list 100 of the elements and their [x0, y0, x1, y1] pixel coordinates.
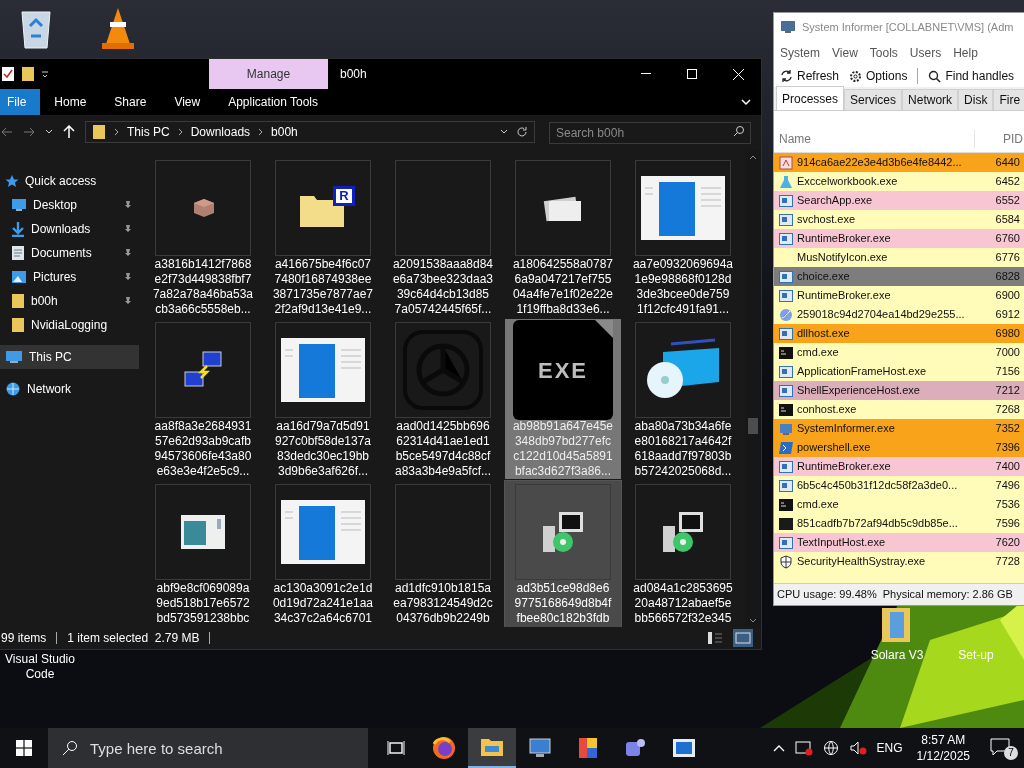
pin-icon[interactable]: [123, 224, 133, 234]
process-row[interactable]: MusNotifyIcon.exe 6776: [774, 248, 1024, 267]
desktop-icon-label[interactable]: Visual Studio Code: [5, 652, 75, 682]
process-row[interactable]: SecurityHealthSystray.exe 7728: [774, 552, 1024, 571]
process-row[interactable]: 914ca6ae22e3e4d3b6e4fe8442... 6440: [774, 153, 1024, 172]
chevron-up-icon[interactable]: [772, 744, 785, 752]
notifications-icon[interactable]: [990, 738, 1010, 756]
properties-icon[interactable]: [1, 66, 15, 82]
toolbar-button[interactable]: Options: [849, 67, 908, 85]
pin-icon[interactable]: [123, 248, 133, 258]
firefox-icon[interactable]: [432, 736, 456, 760]
address-bar[interactable]: This PC Downloads b00h: [85, 121, 535, 143]
up-arrow-icon[interactable]: [63, 125, 75, 139]
app-icon[interactable]: [576, 736, 600, 760]
process-row[interactable]: RuntimeBroker.exe 6900: [774, 286, 1024, 305]
process-row[interactable]: conhost.exe 7268: [774, 400, 1024, 419]
search-field[interactable]: Search b00h: [549, 122, 751, 144]
nav-item[interactable]: NvidiaLogging: [0, 313, 139, 337]
tab[interactable]: Fire: [993, 89, 1024, 110]
ribbon-tab[interactable]: File: [0, 89, 41, 115]
nav-item[interactable]: Network: [0, 377, 139, 401]
remote-desktop-icon[interactable]: [528, 737, 552, 759]
file-item[interactable]: R a416675be4f6c07 7480f16874938ee 3871735e7877ae7 2f2af9d13e41e9...: [265, 157, 381, 317]
tab[interactable]: Processes: [776, 86, 845, 110]
process-row[interactable]: ApplicationFrameHost.exe 7156: [774, 362, 1024, 381]
back-icon[interactable]: [1, 126, 13, 138]
pin-icon[interactable]: [123, 272, 133, 282]
process-row[interactable]: 6b5c4c450b31f12dc58f2a3de0... 7496: [774, 476, 1024, 495]
tab[interactable]: Services: [844, 89, 903, 110]
nav-item[interactable]: Downloads: [0, 217, 139, 241]
process-row[interactable]: TextInputHost.exe 7620: [774, 533, 1024, 552]
scroll-down-icon[interactable]: [749, 618, 757, 623]
process-row[interactable]: RuntimeBroker.exe 7400: [774, 457, 1024, 476]
pin-icon[interactable]: [123, 200, 133, 210]
file-item[interactable]: a180642558a0787 6a9a047217ef755 04a4fe7e1f02e22e 1f19ffba8d33e6...: [505, 157, 621, 317]
chevron-icon[interactable]: [45, 129, 53, 135]
scroll-thumb[interactable]: [748, 418, 758, 434]
file-item[interactable]: aad0d1425bb696 62314d41ae1ed1 b5ce5497d4c88cf a83a3b4e9a5fcf...: [385, 319, 501, 479]
scroll-up-icon[interactable]: [749, 155, 757, 160]
menu-item[interactable]: Help: [953, 44, 978, 62]
file-item[interactable]: a3816b1412f7868 e2f73d449838fbf7 7a82a78a46ba53a cb3a66c5558eb...: [145, 157, 261, 317]
column-header[interactable]: Name: [774, 130, 975, 148]
nav-item[interactable]: This PC: [0, 345, 139, 369]
file-item[interactable]: ad3b51ce98d8e6 9775168649d8b4f fbee80c182b3fdb: [505, 481, 621, 627]
desktop-icon-label[interactable]: Solara V3: [870, 648, 924, 663]
details-view-icon[interactable]: [707, 631, 723, 645]
ribbon-tab[interactable]: Share: [100, 89, 161, 115]
process-row[interactable]: choice.exe 6828: [774, 267, 1024, 286]
process-row[interactable]: powershell.exe 7396: [774, 438, 1024, 457]
nav-item[interactable]: Documents: [0, 241, 139, 265]
tab[interactable]: Network: [902, 89, 959, 110]
network-status-icon[interactable]: [794, 740, 813, 756]
menu-item[interactable]: Users: [909, 44, 942, 62]
language-indicator[interactable]: ENG: [876, 739, 903, 757]
file-item[interactable]: aa16d79a7d5d91 927c0bf58de137a 83dedc30ec19bb 3d9b6e3af626f...: [265, 319, 381, 479]
menu-item[interactable]: System: [780, 44, 820, 62]
file-item[interactable]: a2091538aaa8d84 e6a73bee323daa3 39c64d4cb13d85 7a05742445f65f...: [385, 157, 501, 317]
breadcrumb-item[interactable]: This PC: [127, 123, 170, 141]
ribbon-tab[interactable]: Home: [40, 89, 101, 115]
process-row[interactable]: cmd.exe 7536: [774, 495, 1024, 514]
file-item[interactable]: aba80a73b34a6fe e80168217a4642f 618aadd7f97803b b57242025068d...: [625, 319, 741, 479]
folder-icon[interactable]: [480, 737, 504, 757]
context-tab[interactable]: Manage: [209, 59, 328, 89]
column-header[interactable]: PID: [975, 130, 1023, 148]
menu-item[interactable]: Tools: [869, 44, 898, 62]
process-row[interactable]: cmd.exe 7000: [774, 343, 1024, 362]
ribbon-tab[interactable]: View: [160, 89, 215, 115]
process-row[interactable]: svchost.exe 6584: [774, 210, 1024, 229]
nav-item[interactable]: Pictures: [0, 265, 139, 289]
chevron-icon[interactable]: [500, 129, 508, 135]
globe-icon[interactable]: [822, 740, 839, 756]
file-item[interactable]: aa7e0932069694a 1e9e98868f0128d 3de3bcee0de759 1f12cfc491fa91...: [625, 157, 741, 317]
task-view-icon[interactable]: [387, 740, 405, 756]
process-row[interactable]: RuntimeBroker.exe 6760: [774, 229, 1024, 248]
breadcrumb-item[interactable]: Downloads: [190, 123, 251, 141]
process-row[interactable]: SearchApp.exe 6552: [774, 191, 1024, 210]
process-row[interactable]: 259018c94d2704ea14bd29e255... 6912: [774, 305, 1024, 324]
pin-icon[interactable]: [123, 296, 133, 306]
tiles-view-icon[interactable]: [733, 629, 753, 647]
tab[interactable]: Disk: [958, 89, 994, 110]
process-row[interactable]: 851cadfb7b72af94db5c9db85e... 7596: [774, 514, 1024, 533]
process-row[interactable]: ShellExperienceHost.exe 7212: [774, 381, 1024, 400]
taskbar-search-field[interactable]: Type here to search: [48, 728, 368, 768]
nav-item[interactable]: Quick access: [0, 169, 139, 193]
folder-icon[interactable]: [21, 66, 35, 82]
speaker-muted-icon[interactable]: [848, 740, 867, 756]
dropdown-icon[interactable]: [41, 69, 49, 79]
search-icon[interactable]: [733, 125, 745, 137]
process-row[interactable]: SystemInformer.exe 7352: [774, 419, 1024, 438]
file-item[interactable]: aa8f8a3e2684931 57e62d93ab9cafb 94573606fe43a80 e63e3e4f2e5c9...: [145, 319, 261, 479]
nav-item[interactable]: b00h: [0, 289, 139, 313]
breadcrumb-item[interactable]: b00h: [271, 123, 298, 141]
process-row[interactable]: dllhost.exe 6980: [774, 324, 1024, 343]
file-item[interactable]: EXE ab98b91a647e45e 348db97bd277efc c122d10d45a5891 bfac3d627f3a86...: [505, 319, 621, 479]
nav-item[interactable]: Desktop: [0, 193, 139, 217]
toolbar-button[interactable]: Refresh: [780, 67, 840, 85]
refresh-icon[interactable]: [516, 126, 528, 138]
ribbon-tab[interactable]: Application Tools: [214, 89, 333, 115]
forward-icon[interactable]: [23, 126, 35, 138]
taskbar-app[interactable]: [468, 728, 516, 768]
